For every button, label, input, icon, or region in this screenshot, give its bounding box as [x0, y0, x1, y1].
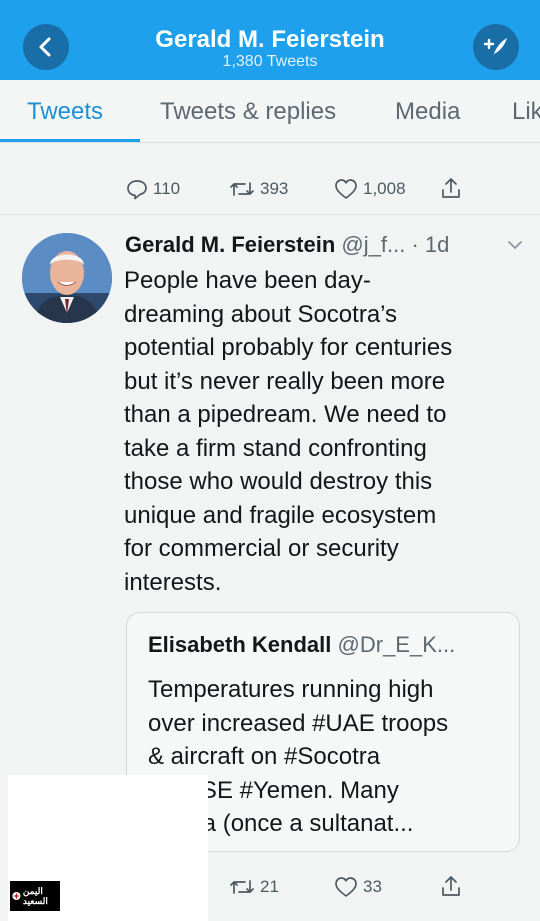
tab-media[interactable]: Media: [395, 98, 460, 126]
watermark-logo: اليمن السعيد: [10, 881, 60, 911]
tweet-text: People have been day- dreaming about Soc…: [124, 267, 453, 596]
reply-button[interactable]: 110: [126, 178, 180, 200]
quoted-author-handle: @Dr_E_K...: [337, 632, 456, 657]
share-icon: [442, 178, 460, 198]
like-count: 1,008: [363, 179, 406, 198]
chevron-down-icon[interactable]: [506, 238, 524, 252]
heart-icon: [335, 179, 357, 199]
tweet-retweet-count: 21: [260, 877, 279, 896]
compose-tweet-button[interactable]: [473, 24, 519, 70]
tweet-like-count: 33: [363, 877, 382, 896]
quoted-tweet-header: Elisabeth Kendall @Dr_E_K...: [148, 632, 455, 658]
tweet-share-button[interactable]: [440, 874, 462, 898]
avatar[interactable]: [22, 233, 112, 323]
quoted-author-name: Elisabeth Kendall: [148, 632, 332, 657]
reply-count: 110: [153, 179, 181, 198]
tweet-header: Gerald M. Feierstein @j_f... · 1d: [125, 232, 449, 258]
retweet-button[interactable]: 393: [229, 178, 288, 200]
tweet-author-handle[interactable]: @j_f...: [341, 232, 405, 257]
profile-tabs: Tweets Tweets & replies Media Lik: [0, 80, 540, 143]
retweet-count: 393: [260, 179, 289, 198]
tweet-count: 1,380 Tweets: [222, 53, 318, 70]
tab-likes[interactable]: Lik: [512, 98, 540, 126]
heart-icon: [335, 877, 357, 897]
tweet-timestamp[interactable]: · 1d: [411, 232, 449, 257]
watermark-text: اليمن السعيد: [22, 886, 48, 906]
logo-emblem-icon: [12, 891, 21, 901]
tab-tweets[interactable]: Tweets: [27, 98, 103, 126]
tweet-author-name[interactable]: Gerald M. Feierstein: [125, 232, 335, 257]
share-button[interactable]: [440, 176, 462, 200]
retweet-icon: [230, 182, 254, 196]
tweet-retweet-button[interactable]: 21: [229, 876, 279, 898]
profile-name-title: Gerald M. Feierstein: [155, 26, 385, 53]
avatar-photo: [22, 233, 112, 323]
share-icon: [442, 876, 460, 896]
previous-tweet-actions: 110 393 1,008: [0, 142, 540, 215]
tweet-like-button[interactable]: 33: [334, 876, 382, 898]
compose-tweet-icon: [483, 38, 507, 57]
retweet-icon: [230, 880, 254, 894]
reply-icon: [127, 180, 147, 200]
profile-header: Gerald M. Feierstein 1,380 Tweets: [0, 0, 540, 80]
tab-tweets-and-replies[interactable]: Tweets & replies: [160, 98, 336, 126]
like-button[interactable]: 1,008: [334, 178, 406, 200]
